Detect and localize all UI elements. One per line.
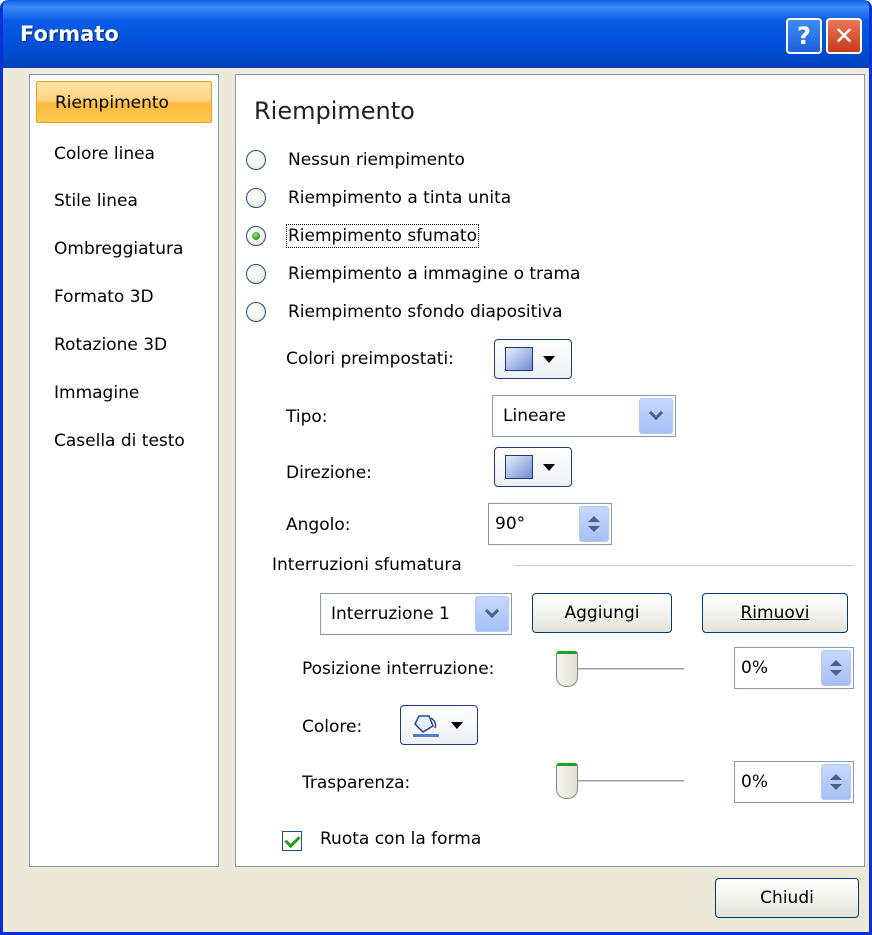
title-bar[interactable]: Formato ? ✕: [3, 0, 869, 68]
nav-item-colore-linea[interactable]: Colore linea: [30, 133, 218, 175]
chevron-down-icon[interactable]: [475, 596, 509, 632]
angle-value: 90°: [495, 514, 526, 534]
radio-label: Riempimento sfondo diapositiva: [288, 302, 563, 322]
help-button[interactable]: ?: [786, 18, 822, 54]
chevron-down-icon: [451, 721, 463, 729]
slider-thumb[interactable]: [556, 763, 578, 799]
stop-position-value: 0%: [741, 658, 768, 678]
type-label: Tipo:: [286, 407, 328, 427]
section-title: Riempimento: [254, 97, 415, 125]
radio-button[interactable]: [246, 264, 266, 284]
radio-background-fill[interactable]: Riempimento sfondo diapositiva: [246, 297, 563, 327]
gradient-stop-select[interactable]: Interruzione 1: [320, 593, 512, 635]
window-title: Formato: [20, 22, 119, 46]
radio-no-fill[interactable]: Nessun riempimento: [246, 145, 465, 175]
direction-label: Direzione:: [286, 463, 372, 483]
chevron-down-icon[interactable]: [639, 398, 673, 434]
format-dialog: Formato ? ✕ Riempimento Colore linea Sti…: [0, 0, 872, 935]
nav-item-riempimento[interactable]: Riempimento: [36, 81, 212, 123]
radio-solid-fill[interactable]: Riempimento a tinta unita: [246, 183, 511, 213]
add-stop-button[interactable]: Aggiungi: [532, 593, 672, 633]
category-list: Riempimento Colore linea Stile linea Omb…: [29, 74, 219, 867]
radio-label: Riempimento sfumato: [286, 224, 479, 248]
gradient-direction-icon: [505, 455, 533, 479]
transparency-spinner[interactable]: 0%: [734, 761, 854, 803]
gradient-swatch-icon: [505, 347, 533, 371]
spinner-arrows-icon[interactable]: [579, 506, 609, 542]
radio-label: Riempimento a tinta unita: [288, 188, 512, 208]
nav-item-casella-di-testo[interactable]: Casella di testo: [30, 420, 218, 462]
close-icon: ✕: [833, 22, 855, 50]
angle-label: Angolo:: [286, 515, 351, 535]
nav-item-stile-linea[interactable]: Stile linea: [30, 180, 218, 222]
close-button-label: Chiudi: [760, 888, 814, 908]
color-label: Colore:: [302, 717, 363, 737]
transparency-slider[interactable]: [556, 763, 684, 803]
radio-label: Nessun riempimento: [288, 150, 465, 170]
help-icon: ?: [797, 22, 811, 50]
rotate-with-shape-checkbox[interactable]: [282, 831, 302, 851]
rotate-with-shape-label: Ruota con la forma: [320, 829, 482, 849]
gradient-stops-group-label: Interruzioni sfumatura: [272, 555, 462, 575]
type-value: Lineare: [503, 406, 566, 426]
type-select[interactable]: Lineare: [492, 395, 676, 437]
paint-bucket-icon: [413, 715, 439, 737]
angle-spinner[interactable]: 90°: [488, 503, 612, 545]
radio-gradient-fill[interactable]: Riempimento sfumato: [246, 221, 479, 251]
chevron-down-icon: [543, 463, 555, 471]
radio-button-checked[interactable]: [246, 226, 266, 246]
color-picker-dropdown[interactable]: [400, 705, 478, 745]
close-window-button[interactable]: ✕: [826, 18, 862, 54]
group-divider: [514, 565, 854, 566]
nav-item-ombreggiatura[interactable]: Ombreggiatura: [30, 228, 218, 270]
radio-button[interactable]: [246, 188, 266, 208]
stop-position-spinner[interactable]: 0%: [734, 647, 854, 689]
radio-button[interactable]: [246, 302, 266, 322]
nav-item-immagine[interactable]: Immagine: [30, 372, 218, 414]
remove-stop-label: Rimuovi: [740, 603, 810, 623]
radio-button[interactable]: [246, 150, 266, 170]
radio-label: Riempimento a immagine o trama: [288, 264, 581, 284]
nav-item-rotazione-3d[interactable]: Rotazione 3D: [30, 324, 218, 366]
spinner-arrows-icon[interactable]: [821, 650, 851, 686]
radio-picture-fill[interactable]: Riempimento a immagine o trama: [246, 259, 580, 289]
preset-colors-dropdown[interactable]: [494, 339, 572, 379]
remove-stop-button[interactable]: Rimuovi: [702, 593, 848, 633]
stop-position-slider[interactable]: [556, 651, 684, 691]
direction-dropdown[interactable]: [494, 447, 572, 487]
add-stop-label: Aggiungi: [564, 603, 640, 623]
transparency-value: 0%: [741, 772, 768, 792]
gradient-stop-value: Interruzione 1: [331, 604, 450, 624]
close-button[interactable]: Chiudi: [715, 878, 859, 918]
fill-panel: Riempimento Nessun riempimento Riempimen…: [235, 74, 865, 867]
spinner-arrows-icon[interactable]: [821, 764, 851, 800]
preset-colors-label: Colori preimpostati:: [286, 349, 454, 369]
stop-position-label: Posizione interruzione:: [302, 659, 495, 679]
nav-item-formato-3d[interactable]: Formato 3D: [30, 276, 218, 318]
transparency-label: Trasparenza:: [302, 773, 411, 793]
chevron-down-icon: [543, 355, 555, 363]
slider-thumb[interactable]: [556, 651, 578, 687]
